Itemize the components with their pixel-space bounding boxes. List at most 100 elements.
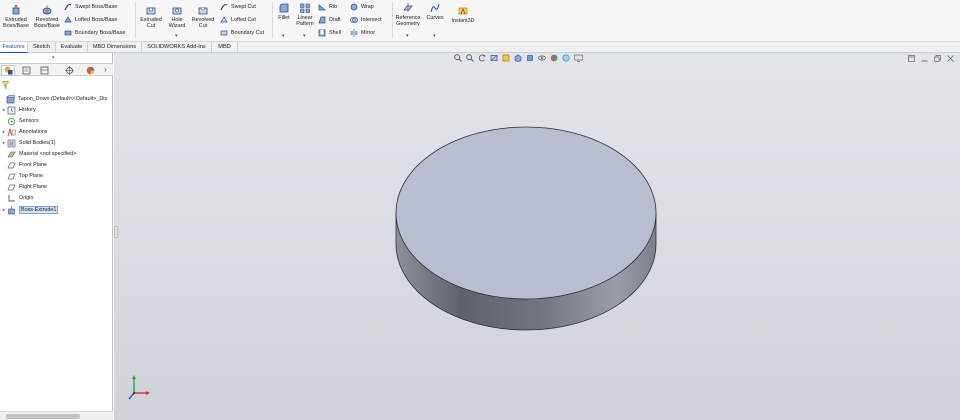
revolved-cut-button[interactable]: Revolved Cut [190,5,216,29]
command-manager-tabs: Features Sketch Evaluate MBD Dimensions … [0,42,960,53]
tree-item[interactable]: ▸ Annotations [1,127,47,137]
annotations-icon [7,127,16,136]
section-view-icon[interactable] [490,54,498,62]
tree-item[interactable]: Top Plane [1,171,43,181]
rib-icon [318,4,326,11]
extruded-cut-button[interactable]: Extruded Cut [138,5,164,29]
shell-button[interactable]: Shell [318,29,341,37]
extrude-icon [12,5,20,15]
ribbon-separator [272,2,273,38]
tab-mbd[interactable]: MBD [212,42,238,53]
dimxpert-manager-tab[interactable] [62,65,76,76]
instant3d-button[interactable]: Instant3D [448,6,478,24]
tree-root-part[interactable]: Tapon_Down (Default<<Default>_Dis [0,94,107,104]
tree-item-label: Sensors [19,118,39,124]
origin-icon [8,194,15,201]
edit-appearance-icon[interactable] [550,54,558,62]
extrude-feature-icon [8,206,15,214]
minimize-icon[interactable] [921,55,928,62]
panel-collapse-handle[interactable] [114,226,118,238]
tree-item-label: Boss-Extrude1 [19,206,59,214]
reference-geometry-dropdown[interactable]: ▾ [406,33,409,39]
material-icon [7,151,16,157]
hole-wizard-button[interactable]: Hole Wizard [166,5,188,29]
property-manager-tab[interactable] [19,65,33,76]
cylinder-model[interactable] [394,125,660,331]
scrollbar-thumb[interactable] [6,414,80,419]
coordinate-triad [128,375,150,400]
tree-item-label: Solid Bodies(1) [19,140,56,146]
tab-mbd-dimensions[interactable]: MBD Dimensions [88,42,142,53]
configuration-manager-tab[interactable] [37,65,51,76]
fillet-button[interactable]: Fillet [276,3,292,21]
sensors-icon [7,117,16,125]
tree-item-label: Tapon_Down (Default<<Default>_Dis [18,96,108,102]
previous-view-icon[interactable] [478,54,486,62]
hide-show-items-icon[interactable] [538,54,546,62]
intersect-button[interactable]: Intersect [350,16,382,24]
rib-button[interactable]: Rib [318,3,337,11]
fillet-dropdown[interactable]: ▾ [282,33,285,39]
mirror-icon [350,29,358,37]
tree-item[interactable]: ▸ Solid Bodies(1) [1,138,56,148]
horizontal-scrollbar[interactable] [0,411,113,420]
linear-pattern-icon [300,3,310,13]
zoom-to-fit-icon[interactable] [454,54,462,62]
close-icon[interactable] [947,54,954,62]
tree-item[interactable]: Material <not specified> [1,149,76,159]
panel-collapse-arrow[interactable]: ▴ [52,54,55,60]
swept-boss-base-button[interactable]: Swept Boss/Base [64,3,117,11]
reference-geometry-button[interactable]: Reference Geometry [394,3,422,27]
boundary-icon [64,30,72,36]
display-style-icon[interactable] [526,54,534,62]
draft-button[interactable]: Draft [318,16,341,24]
heads-up-view-toolbar [454,53,583,63]
tree-item[interactable]: Front Plane [1,160,47,170]
filter-icon[interactable] [2,81,9,89]
lofted-cut-button[interactable]: Lofted Cut [220,16,256,24]
tab-evaluate[interactable]: Evaluate [56,42,88,53]
ribbon-separator [135,2,136,38]
draft-icon [318,16,326,24]
linear-pattern-button[interactable]: Linear Pattern [294,3,316,27]
mirror-button[interactable]: Mirror [350,29,375,37]
wrap-button[interactable]: Wrap [350,3,374,11]
lofted-boss-base-button[interactable]: Lofted Boss/Base [64,16,117,24]
extruded-boss-base-button[interactable]: Extruded Boss/Base [2,5,30,29]
tab-sketch[interactable]: Sketch [28,42,56,53]
view-settings-icon[interactable] [574,54,583,62]
view-orientation-icon[interactable] [514,54,522,62]
display-manager-tab[interactable] [83,65,97,76]
tile-view-icon[interactable] [908,54,915,62]
tab-features[interactable]: Features [0,42,28,53]
linear-pattern-dropdown[interactable]: ▾ [303,33,306,39]
panel-tabs-more-arrow[interactable]: › [104,65,107,74]
cylinder-top-face[interactable] [395,126,657,300]
graphics-area[interactable] [114,53,960,420]
apply-scene-icon[interactable] [562,54,570,62]
curves-button[interactable]: Curves [424,3,446,21]
swept-cut-icon [220,3,228,11]
tab-solidworks-add-ins[interactable]: SOLIDWORKS Add-Ins [142,42,212,53]
swept-cut-button[interactable]: Swept Cut [220,3,256,11]
tree-item-label: Top Plane [19,173,43,179]
dynamic-annotation-icon[interactable] [502,54,510,62]
revolved-boss-base-button[interactable]: Revolved Boss/Base [32,5,62,29]
hole-wizard-dropdown[interactable]: ▾ [175,33,178,39]
tree-item[interactable]: Sensors [1,116,39,126]
tree-item-label: Origin [19,195,34,201]
boundary-boss-base-button[interactable]: Boundary Boss/Base [64,29,125,37]
reference-geometry-icon [403,3,413,12]
curves-dropdown[interactable]: ▾ [433,33,436,39]
tree-item[interactable]: ▸ History [1,105,36,115]
tree-item-label: Material <not specified> [19,151,77,157]
loft-icon [64,16,72,23]
feature-manager-tab[interactable] [1,65,15,76]
tree-item[interactable]: Origin [1,193,33,203]
tree-item[interactable]: ▸ Boss-Extrude1 [1,205,59,215]
zoom-to-area-icon[interactable] [466,54,474,62]
tree-item[interactable]: Right Plane [1,182,47,192]
restore-icon[interactable] [934,54,941,62]
boundary-cut-button[interactable]: Boundary Cut [220,29,264,37]
curves-icon [430,3,440,13]
